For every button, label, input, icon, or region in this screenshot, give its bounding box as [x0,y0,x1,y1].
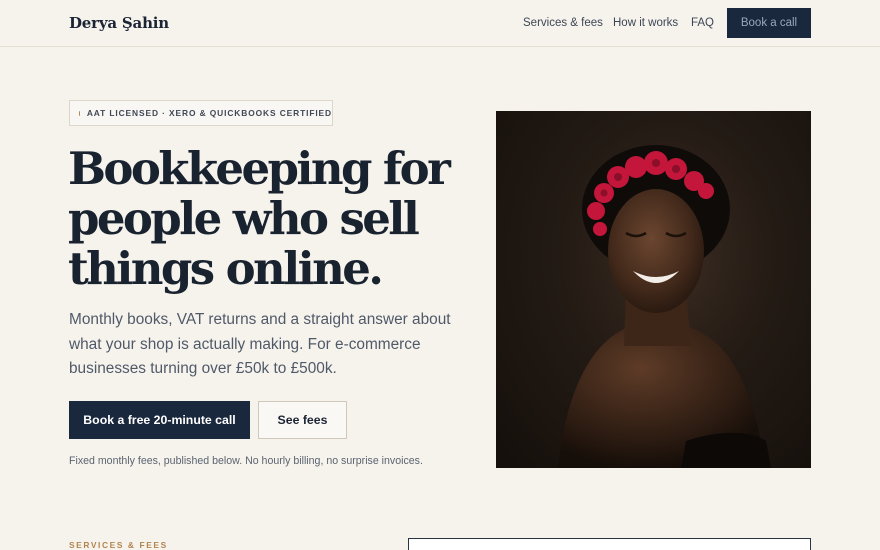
site-header: Derya Şahin Services & fees How it works… [0,0,880,47]
book-a-call-button[interactable]: Book a call [727,8,811,38]
hero-subtitle: Monthly books, VAT returns and a straigh… [69,311,451,377]
portrait-photo [496,111,811,468]
badge-label: AAT LICENSED · XERO & QUICKBOOKS CERTIFI… [86,108,332,118]
brand-logo[interactable]: Derya Şahin [69,14,169,32]
nav-link-how-it-works[interactable]: How it works [613,17,678,29]
nav-link-services-fees[interactable]: Services & fees [523,17,603,29]
services-card [408,538,811,550]
portrait-illustration [558,145,771,468]
hero-title: Bookkeeping for people who sell things o… [68,142,451,295]
nav-link-faq[interactable]: FAQ [691,17,714,29]
dot-icon [79,110,80,116]
fine-print: Fixed monthly fees, published below. No … [69,455,423,467]
credentials-badge: AAT LICENSED · XERO & QUICKBOOKS CERTIFI… [69,100,333,126]
section-label-services-fees: SERVICES & FEES [69,540,168,550]
see-fees-button[interactable]: See fees [258,401,347,439]
book-free-call-button[interactable]: Book a free 20-minute call [69,401,250,439]
